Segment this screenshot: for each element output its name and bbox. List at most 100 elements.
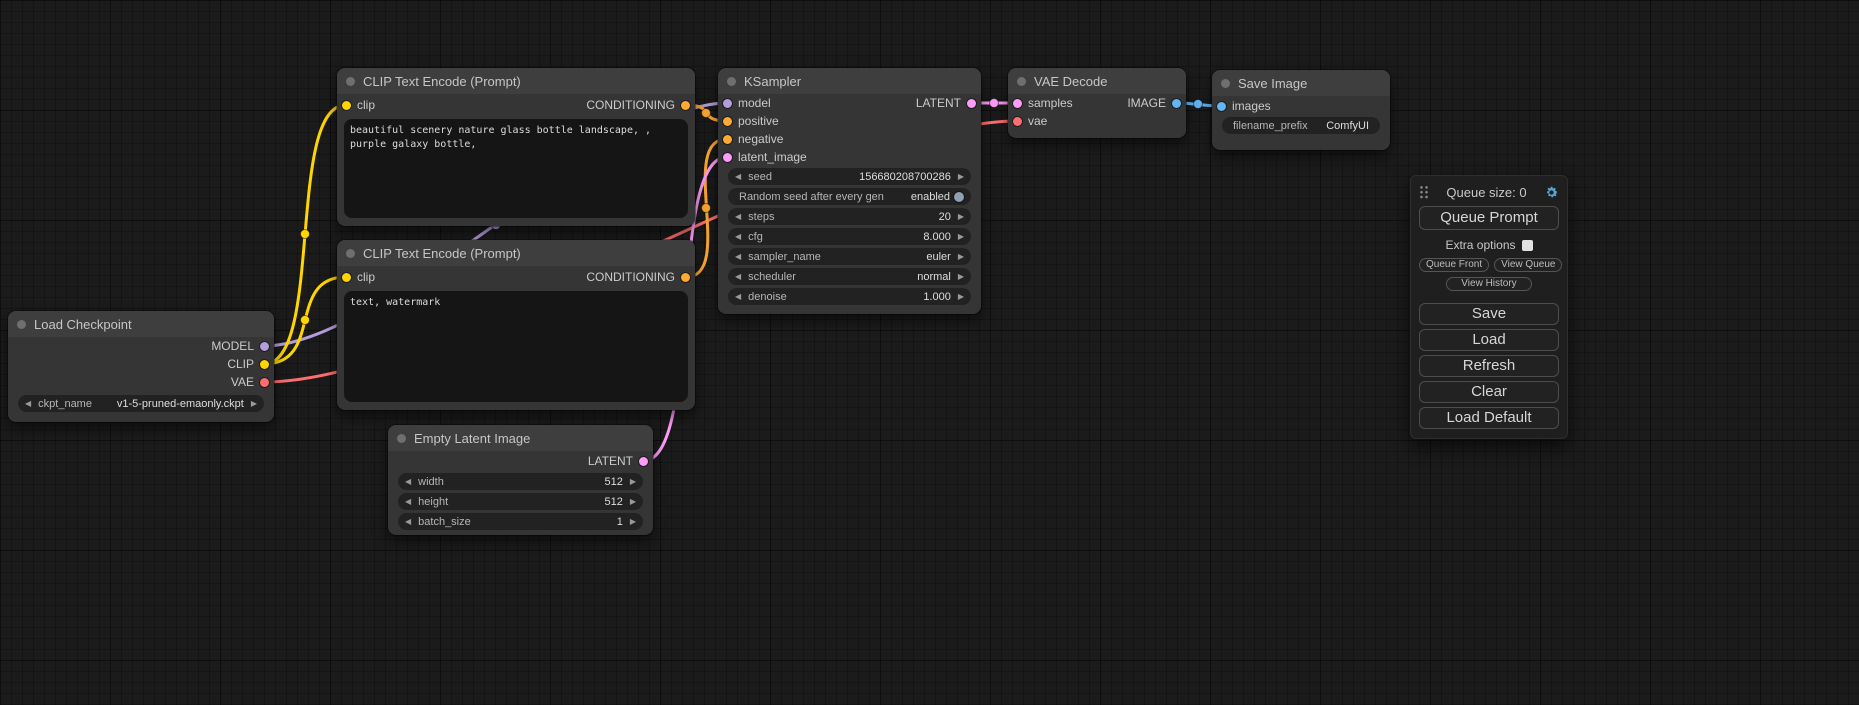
input-slot-clip[interactable]: clip xyxy=(337,270,375,284)
vae-output-port[interactable] xyxy=(260,378,269,387)
node-title-bar[interactable]: CLIP Text Encode (Prompt) xyxy=(337,240,695,266)
height-widget[interactable]: ◀ height 512 ▶ xyxy=(398,493,643,510)
decrement-arrow-icon[interactable]: ◀ xyxy=(735,233,741,241)
collapse-dot-icon[interactable] xyxy=(727,77,736,86)
node-title-bar[interactable]: VAE Decode xyxy=(1008,68,1186,94)
node-load-checkpoint[interactable]: Load Checkpoint MODEL CLIP VAE ◀ ckpt_na… xyxy=(8,311,274,422)
node-title-bar[interactable]: Save Image xyxy=(1212,70,1390,96)
input-slot-clip[interactable]: clip xyxy=(337,98,375,112)
input-slot-negative[interactable]: negative xyxy=(718,132,783,146)
decrement-arrow-icon[interactable]: ◀ xyxy=(735,273,741,281)
increment-arrow-icon[interactable]: ▶ xyxy=(630,478,636,486)
filename-prefix-widget[interactable]: filename_prefix ComfyUI xyxy=(1222,117,1380,134)
negative-input-port[interactable] xyxy=(723,135,732,144)
settings-gear-icon[interactable] xyxy=(1544,185,1559,200)
scheduler-widget[interactable]: ◀ scheduler normal ▶ xyxy=(728,268,971,285)
decrement-arrow-icon[interactable]: ◀ xyxy=(405,498,411,506)
latent-output-port[interactable] xyxy=(639,457,648,466)
collapse-dot-icon[interactable] xyxy=(17,320,26,329)
images-input-port[interactable] xyxy=(1217,102,1226,111)
decrement-arrow-icon[interactable]: ◀ xyxy=(735,173,741,181)
output-slot-vae[interactable]: VAE xyxy=(231,375,274,389)
increment-arrow-icon[interactable]: ▶ xyxy=(630,518,636,526)
output-slot-latent[interactable]: LATENT xyxy=(588,454,653,468)
output-slot-conditioning[interactable]: CONDITIONING xyxy=(586,270,695,284)
increment-arrow-icon[interactable]: ▶ xyxy=(958,213,964,221)
node-ksampler[interactable]: KSampler model LATENT positive negative … xyxy=(718,68,981,314)
node-clip-text-encode-positive[interactable]: CLIP Text Encode (Prompt) clip CONDITION… xyxy=(337,68,695,226)
refresh-button[interactable]: Refresh xyxy=(1419,355,1559,377)
increment-arrow-icon[interactable]: ▶ xyxy=(958,253,964,261)
node-empty-latent-image[interactable]: Empty Latent Image LATENT ◀ width 512 ▶ … xyxy=(388,425,653,535)
load-default-button[interactable]: Load Default xyxy=(1419,407,1559,429)
save-button[interactable]: Save xyxy=(1419,303,1559,325)
queue-front-button[interactable]: Queue Front xyxy=(1419,258,1489,272)
clip-input-port[interactable] xyxy=(342,273,351,282)
input-slot-latent-image[interactable]: latent_image xyxy=(718,150,807,164)
node-title-bar[interactable]: Load Checkpoint xyxy=(8,311,274,337)
positive-prompt-textarea[interactable]: beautiful scenery nature glass bottle la… xyxy=(344,119,688,218)
vae-input-port[interactable] xyxy=(1013,117,1022,126)
increment-arrow-icon[interactable]: ▶ xyxy=(958,173,964,181)
width-widget[interactable]: ◀ width 512 ▶ xyxy=(398,473,643,490)
load-button[interactable]: Load xyxy=(1419,329,1559,351)
model-input-port[interactable] xyxy=(723,99,732,108)
decrement-arrow-icon[interactable]: ◀ xyxy=(25,400,31,408)
queue-prompt-button[interactable]: Queue Prompt xyxy=(1419,206,1559,230)
decrement-arrow-icon[interactable]: ◀ xyxy=(735,213,741,221)
node-title-bar[interactable]: Empty Latent Image xyxy=(388,425,653,451)
node-save-image[interactable]: Save Image images filename_prefix ComfyU… xyxy=(1212,70,1390,150)
increment-arrow-icon[interactable]: ▶ xyxy=(251,400,257,408)
increment-arrow-icon[interactable]: ▶ xyxy=(630,498,636,506)
decrement-arrow-icon[interactable]: ◀ xyxy=(405,478,411,486)
latent-image-input-port[interactable] xyxy=(723,153,732,162)
increment-arrow-icon[interactable]: ▶ xyxy=(958,273,964,281)
output-slot-image[interactable]: IMAGE xyxy=(1127,96,1186,110)
drag-handle-icon[interactable] xyxy=(1419,185,1429,199)
steps-widget[interactable]: ◀ steps 20 ▶ xyxy=(728,208,971,225)
decrement-arrow-icon[interactable]: ◀ xyxy=(405,518,411,526)
collapse-dot-icon[interactable] xyxy=(1017,77,1026,86)
node-clip-text-encode-negative[interactable]: CLIP Text Encode (Prompt) clip CONDITION… xyxy=(337,240,695,410)
collapse-dot-icon[interactable] xyxy=(346,249,355,258)
increment-arrow-icon[interactable]: ▶ xyxy=(958,233,964,241)
increment-arrow-icon[interactable]: ▶ xyxy=(958,293,964,301)
extra-options-checkbox[interactable] xyxy=(1522,240,1533,251)
random-seed-toggle-widget[interactable]: Random seed after every gen enabled xyxy=(728,188,971,205)
collapse-dot-icon[interactable] xyxy=(397,434,406,443)
collapse-dot-icon[interactable] xyxy=(346,77,355,86)
seed-widget[interactable]: ◀ seed 156680208700286 ▶ xyxy=(728,168,971,185)
batch-size-widget[interactable]: ◀ batch_size 1 ▶ xyxy=(398,513,643,530)
input-slot-model[interactable]: model xyxy=(718,96,771,110)
cfg-widget[interactable]: ◀ cfg 8.000 ▶ xyxy=(728,228,971,245)
output-slot-latent[interactable]: LATENT xyxy=(916,96,981,110)
input-slot-samples[interactable]: samples xyxy=(1008,96,1073,110)
output-slot-model[interactable]: MODEL xyxy=(211,339,274,353)
model-output-port[interactable] xyxy=(260,342,269,351)
decrement-arrow-icon[interactable]: ◀ xyxy=(735,253,741,261)
input-slot-positive[interactable]: positive xyxy=(718,114,779,128)
latent-output-port[interactable] xyxy=(967,99,976,108)
output-slot-conditioning[interactable]: CONDITIONING xyxy=(586,98,695,112)
view-queue-button[interactable]: View Queue xyxy=(1494,258,1562,272)
input-slot-images[interactable]: images xyxy=(1212,99,1271,113)
denoise-widget[interactable]: ◀ denoise 1.000 ▶ xyxy=(728,288,971,305)
conditioning-output-port[interactable] xyxy=(681,273,690,282)
view-history-button[interactable]: View History xyxy=(1446,277,1531,291)
ckpt-name-widget[interactable]: ◀ ckpt_name v1-5-pruned-emaonly.ckpt ▶ xyxy=(18,395,264,412)
negative-prompt-textarea[interactable]: text, watermark xyxy=(344,291,688,402)
clear-button[interactable]: Clear xyxy=(1419,381,1559,403)
image-output-port[interactable] xyxy=(1172,99,1181,108)
sampler-name-widget[interactable]: ◀ sampler_name euler ▶ xyxy=(728,248,971,265)
decrement-arrow-icon[interactable]: ◀ xyxy=(735,293,741,301)
node-title-bar[interactable]: KSampler xyxy=(718,68,981,94)
clip-input-port[interactable] xyxy=(342,101,351,110)
samples-input-port[interactable] xyxy=(1013,99,1022,108)
comfyui-canvas[interactable]: { "colors": { "model": "#B39DDB", "clip"… xyxy=(0,0,1859,705)
node-title-bar[interactable]: CLIP Text Encode (Prompt) xyxy=(337,68,695,94)
conditioning-output-port[interactable] xyxy=(681,101,690,110)
output-slot-clip[interactable]: CLIP xyxy=(227,357,274,371)
toggle-dot-icon[interactable] xyxy=(954,192,964,202)
clip-output-port[interactable] xyxy=(260,360,269,369)
input-slot-vae[interactable]: vae xyxy=(1008,114,1047,128)
